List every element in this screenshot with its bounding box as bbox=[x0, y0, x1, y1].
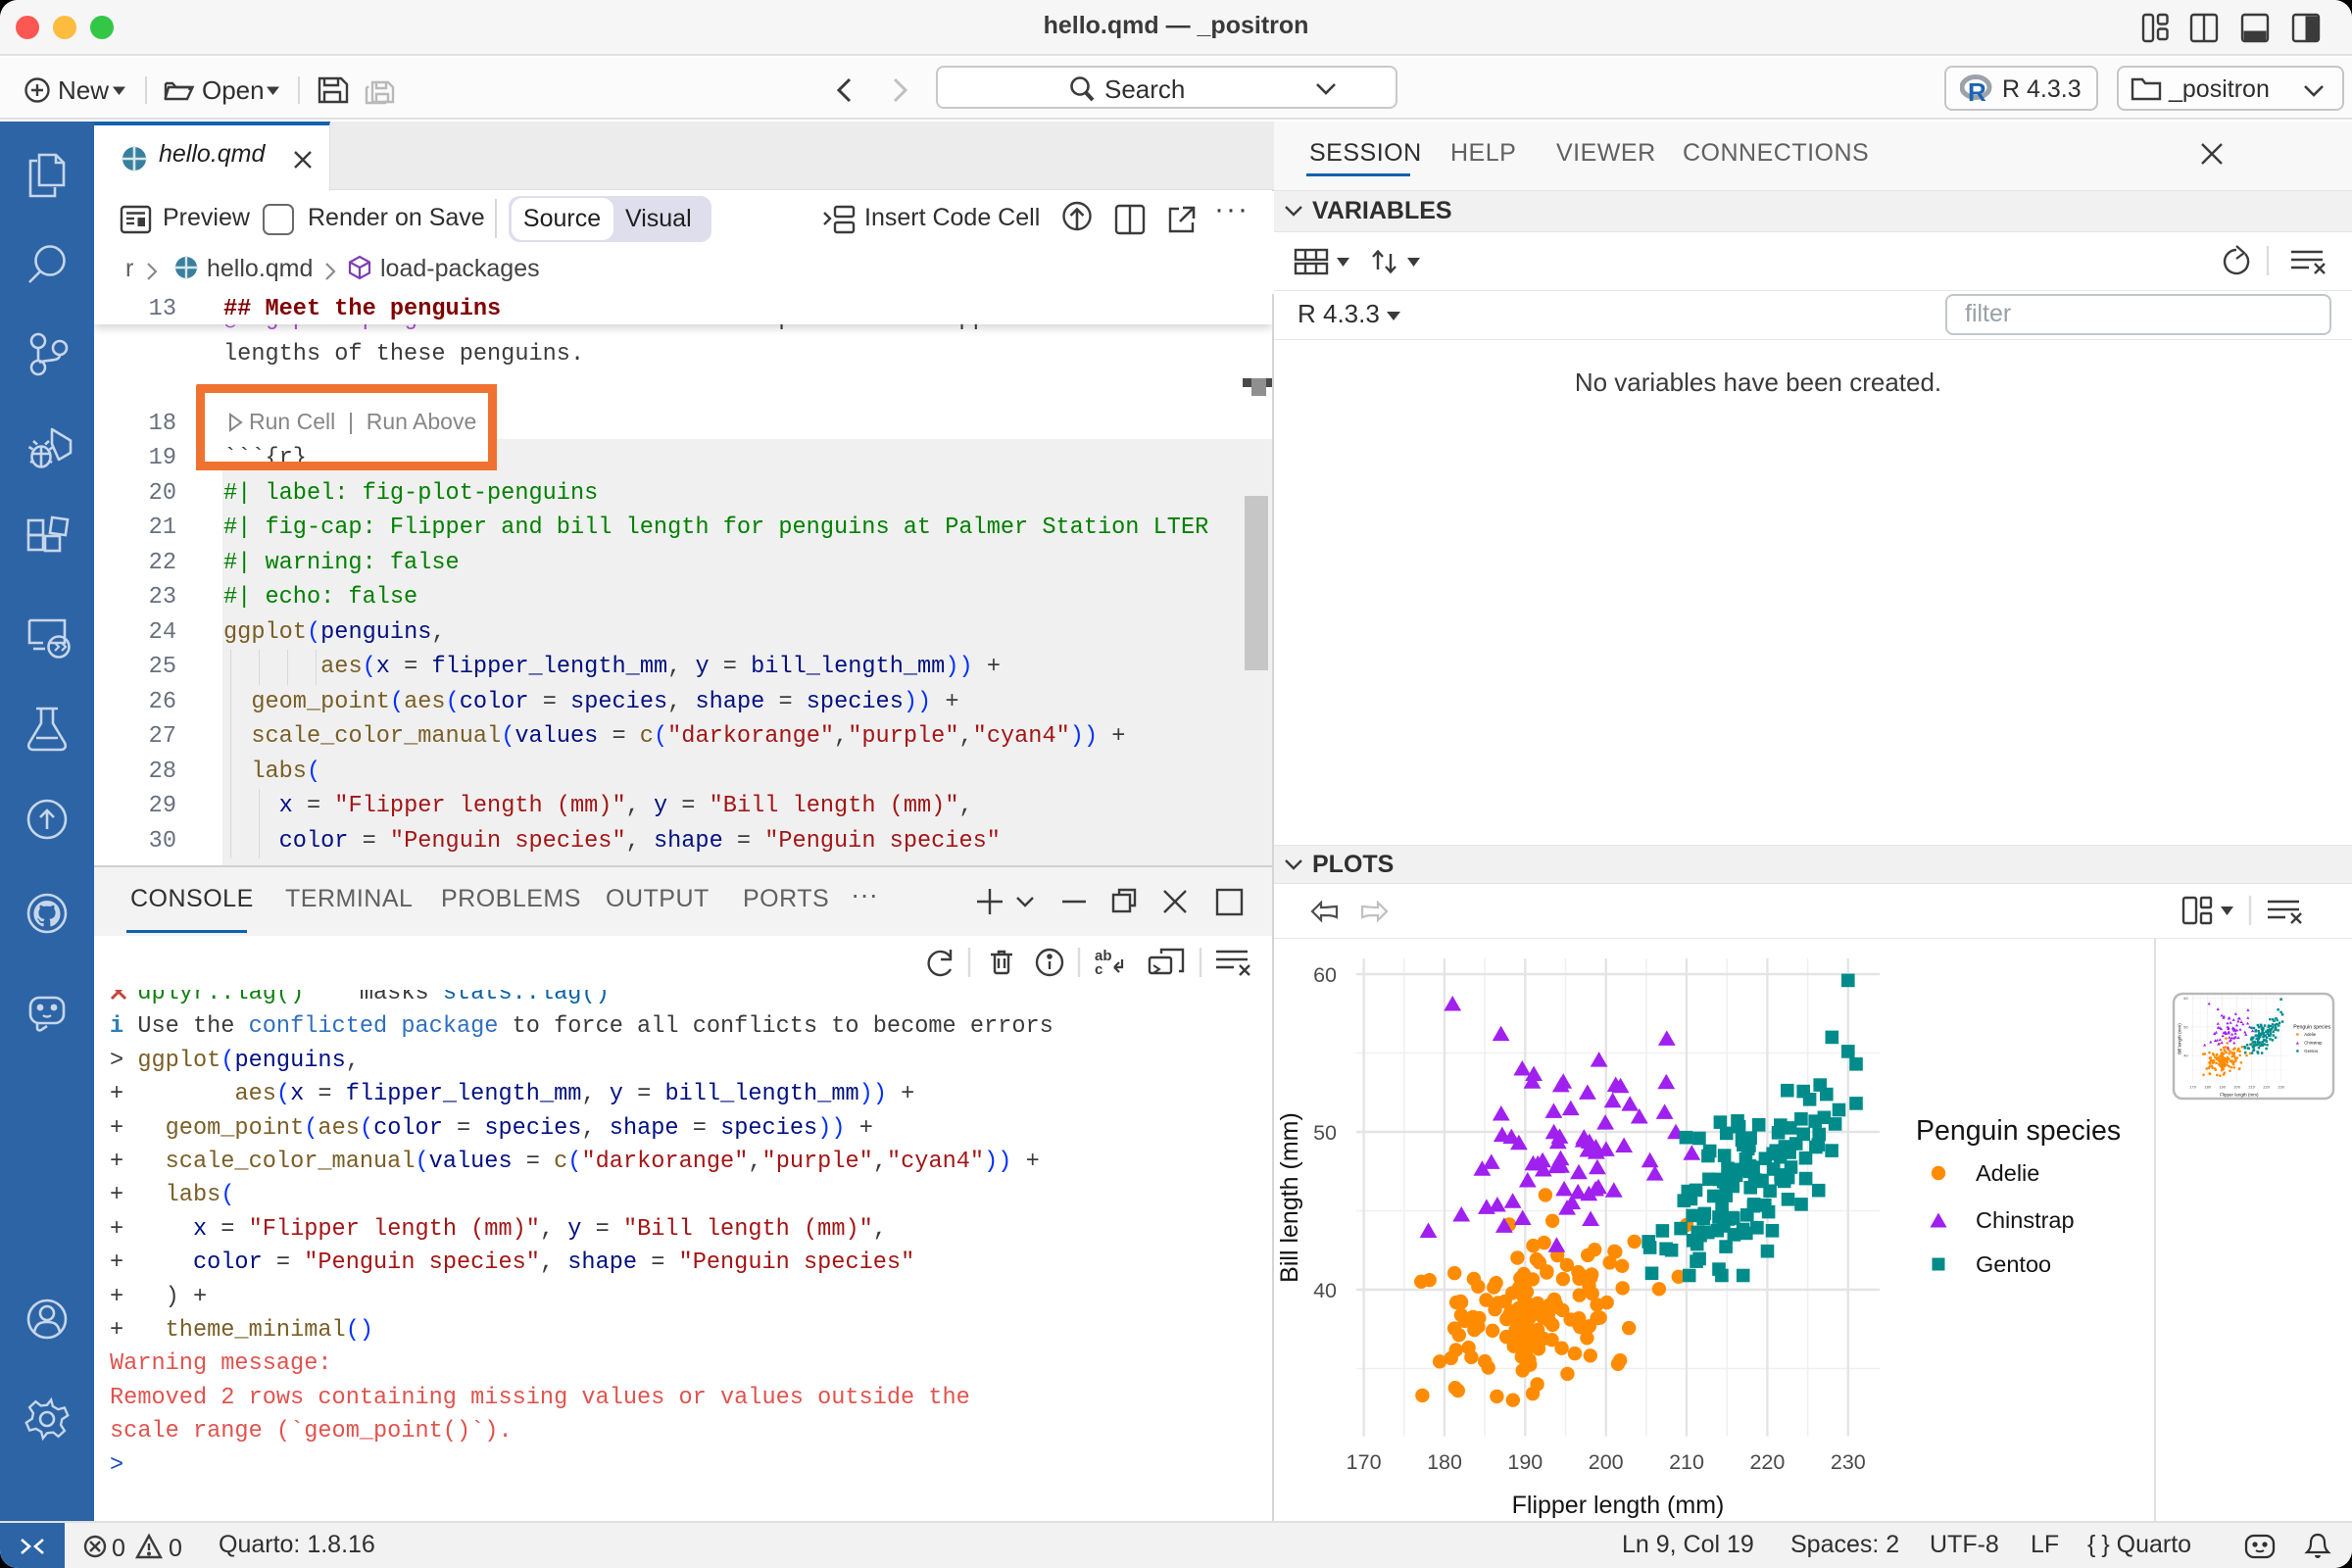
svg-text:R: R bbox=[1968, 77, 1986, 105]
svg-text:0: 0 bbox=[169, 1535, 182, 1562]
svg-text:0: 0 bbox=[112, 1535, 125, 1562]
svg-text:Open: Open bbox=[202, 75, 265, 105]
svg-text:New: New bbox=[58, 75, 109, 105]
svg-text:c: c bbox=[1095, 961, 1102, 978]
